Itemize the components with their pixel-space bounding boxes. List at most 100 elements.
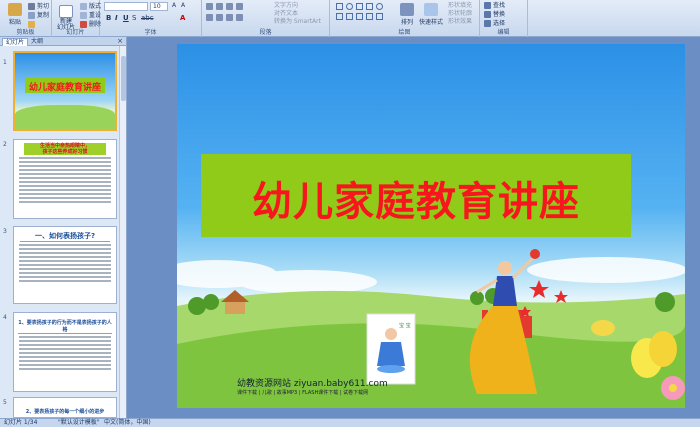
- cut-button[interactable]: 剪切: [28, 3, 49, 11]
- font-size-select[interactable]: 10: [150, 2, 168, 11]
- text-direction-button[interactable]: 文字方向: [274, 2, 298, 10]
- slide-thumbnail-5[interactable]: 2、要表扬孩子的每一个细小的进步: [13, 397, 117, 418]
- thumb-title: 幼儿家庭教育讲座: [28, 83, 101, 93]
- shrink-font-icon[interactable]: A: [181, 2, 185, 10]
- title-placeholder[interactable]: 幼儿家庭教育讲座: [201, 154, 631, 237]
- shape-outline-button[interactable]: 形状轮廓: [448, 10, 472, 18]
- photo-logo-text: 宝 宝: [399, 322, 411, 329]
- slide-thumbnail-2[interactable]: 生活当中亲热眼睛中， 孩子这些养成好习惯: [13, 139, 117, 219]
- slides-panel: 幻灯片 大纲 × 1 幼儿家庭教育讲座 2 生活当中亲热眼睛中， 孩子这些养成好…: [0, 37, 127, 418]
- numbering-icon[interactable]: [216, 3, 223, 10]
- clipboard-group-label: 剪贴板: [16, 29, 35, 36]
- font-group: 10 A A B I U S abc A 字体: [100, 0, 202, 37]
- shape-effects-button[interactable]: 形状效果: [448, 18, 472, 26]
- thumb-title: 2、要表扬孩子的每一个细小的进步: [25, 409, 105, 415]
- slide-title[interactable]: 幼儿家庭教育讲座: [201, 169, 631, 227]
- underline-button[interactable]: U: [123, 14, 129, 22]
- replace-icon: [484, 11, 491, 18]
- callout-shape-icon[interactable]: [376, 13, 383, 20]
- hut-illustration: [221, 290, 249, 314]
- clouds: [177, 257, 685, 294]
- layout-button[interactable]: 版式: [80, 3, 101, 11]
- align-center-icon[interactable]: [216, 14, 223, 21]
- paste-button[interactable]: 粘贴: [2, 2, 28, 28]
- find-button[interactable]: 查找: [484, 2, 505, 10]
- thumb-number: 5: [3, 399, 7, 406]
- strikethrough-button[interactable]: abc: [141, 14, 154, 22]
- thumb-number: 2: [3, 141, 7, 148]
- slide-counter: 幻灯片 1/34: [4, 419, 38, 426]
- website-subcaption: 课件下载 | 儿歌 | 故事MP3 | FLASH课件下载 | 试卷下载网: [237, 390, 369, 396]
- grow-font-icon[interactable]: A: [172, 2, 176, 10]
- thumb-number: 1: [3, 59, 7, 66]
- oval-shape-icon[interactable]: [346, 3, 353, 10]
- paragraph-group: 文字方向 对齐文本 转换为 SmartArt 段落: [202, 0, 330, 37]
- panel-scrollbar[interactable]: [119, 46, 126, 418]
- layout-icon: [80, 3, 87, 10]
- italic-button[interactable]: I: [115, 14, 118, 22]
- find-icon: [484, 2, 491, 9]
- shape-fill-button[interactable]: 形状填充: [448, 2, 472, 10]
- close-icon[interactable]: ×: [117, 37, 123, 45]
- website-caption: 幼教资源网站 ziyuan.baby611.com: [237, 379, 388, 389]
- font-name-select[interactable]: [104, 2, 148, 11]
- thumb-title: 一、如何表扬孩子?: [20, 231, 110, 242]
- circle-shape-icon[interactable]: [376, 3, 383, 10]
- triangle-shape-icon[interactable]: [336, 13, 343, 20]
- increase-indent-icon[interactable]: [236, 3, 243, 10]
- status-bar: 幻灯片 1/34 "默认设计模板" 中文(简体，中国): [0, 418, 700, 427]
- thumb-body-text: [14, 336, 116, 370]
- font-color-button[interactable]: A: [180, 14, 185, 22]
- reset-button[interactable]: 重设: [80, 12, 101, 20]
- paste-icon: [8, 3, 22, 16]
- child-photo: 宝 宝: [366, 313, 416, 385]
- arrow-shape-icon[interactable]: [366, 3, 373, 10]
- thumb-meadow: [15, 105, 115, 129]
- quick-styles-icon: [424, 3, 438, 16]
- slide-thumbnail-4[interactable]: 1、要表扬孩子的行为而不是表扬孩子的人格: [13, 312, 117, 392]
- thumb-number: 4: [3, 314, 7, 321]
- align-left-icon[interactable]: [206, 14, 213, 21]
- justify-icon[interactable]: [236, 14, 243, 21]
- line-shape-icon[interactable]: [356, 3, 363, 10]
- brace-shape-icon[interactable]: [366, 13, 373, 20]
- drawing-group-label: 绘图: [398, 29, 411, 36]
- star-shape-icon[interactable]: [346, 13, 353, 20]
- thumb-title: 1、要表扬孩子的行为而不是表扬孩子的人格: [18, 320, 112, 334]
- font-group-label: 字体: [144, 29, 157, 36]
- decrease-indent-icon[interactable]: [226, 3, 233, 10]
- clipboard-group: 粘贴 剪切 复制 剪贴板: [0, 0, 52, 37]
- bullets-icon[interactable]: [206, 3, 213, 10]
- panel-tabs: 幻灯片 大纲 ×: [0, 37, 126, 46]
- slide-thumbnail-3[interactable]: 一、如何表扬孩子?: [13, 226, 117, 304]
- align-text-button[interactable]: 对齐文本: [274, 10, 298, 18]
- paragraph-group-label: 段落: [259, 29, 272, 36]
- curve-shape-icon[interactable]: [356, 13, 363, 20]
- convert-smartart-button[interactable]: 转换为 SmartArt: [274, 18, 321, 26]
- quick-styles-button[interactable]: 快速样式: [416, 2, 446, 28]
- current-slide[interactable]: 宝 宝 幼儿家庭教育讲座 幼教资源网站 ziyuan.baby611.com 课…: [177, 44, 685, 408]
- tab-slides[interactable]: 幻灯片: [2, 38, 29, 46]
- theme-name: "默认设计模板": [58, 419, 100, 426]
- rectangle-shape-icon[interactable]: [336, 3, 343, 10]
- replace-button[interactable]: 替换: [484, 11, 505, 19]
- scrollbar-thumb[interactable]: [121, 56, 126, 101]
- drawing-group: 排列 快速样式 形状填充 形状轮廓 形状效果 绘图: [330, 0, 480, 37]
- slide-thumbnail-1[interactable]: 幼儿家庭教育讲座: [13, 51, 117, 131]
- scissors-icon: [28, 3, 35, 10]
- copy-button[interactable]: 复制: [28, 12, 49, 20]
- bold-button[interactable]: B: [106, 14, 111, 22]
- editing-group-label: 编辑: [497, 29, 510, 36]
- thumb-body-text: [14, 244, 116, 282]
- new-slide-icon: [59, 5, 73, 18]
- thumb-title: 生活当中亲热眼睛中， 孩子这些养成好习惯: [24, 143, 106, 155]
- ribbon: 粘贴 剪切 复制 剪贴板 新建 幻灯片 版式 重设 删除 幻灯片 10 A A …: [0, 0, 700, 37]
- align-right-icon[interactable]: [226, 14, 233, 21]
- tab-outline[interactable]: 大纲: [28, 38, 46, 46]
- editing-group: 查找 替换 选择 编辑: [480, 0, 528, 37]
- slides-group-label: 幻灯片: [66, 29, 85, 36]
- language-indicator: 中文(简体，中国): [104, 419, 151, 426]
- slides-group: 新建 幻灯片 版式 重设 删除 幻灯片: [52, 0, 101, 37]
- shadow-button[interactable]: S: [132, 14, 136, 22]
- reset-icon: [80, 12, 87, 19]
